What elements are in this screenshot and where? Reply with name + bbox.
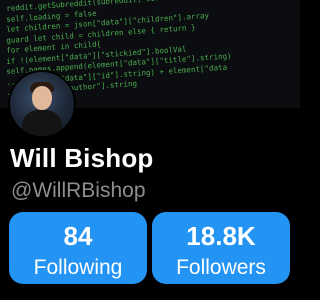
followers-label: Followers <box>176 256 266 279</box>
following-button[interactable]: 84 Following <box>9 212 147 284</box>
avatar-face <box>32 86 52 110</box>
following-count: 84 <box>63 221 93 251</box>
profile-handle: @WillRBishop <box>11 179 146 202</box>
followers-count: 18.8K <box>186 221 256 251</box>
avatar[interactable] <box>8 70 76 138</box>
following-label: Following <box>33 256 123 279</box>
followers-button[interactable]: 18.8K Followers <box>152 212 290 284</box>
profile-name: Will Bishop <box>10 143 154 173</box>
avatar-body <box>22 110 62 136</box>
